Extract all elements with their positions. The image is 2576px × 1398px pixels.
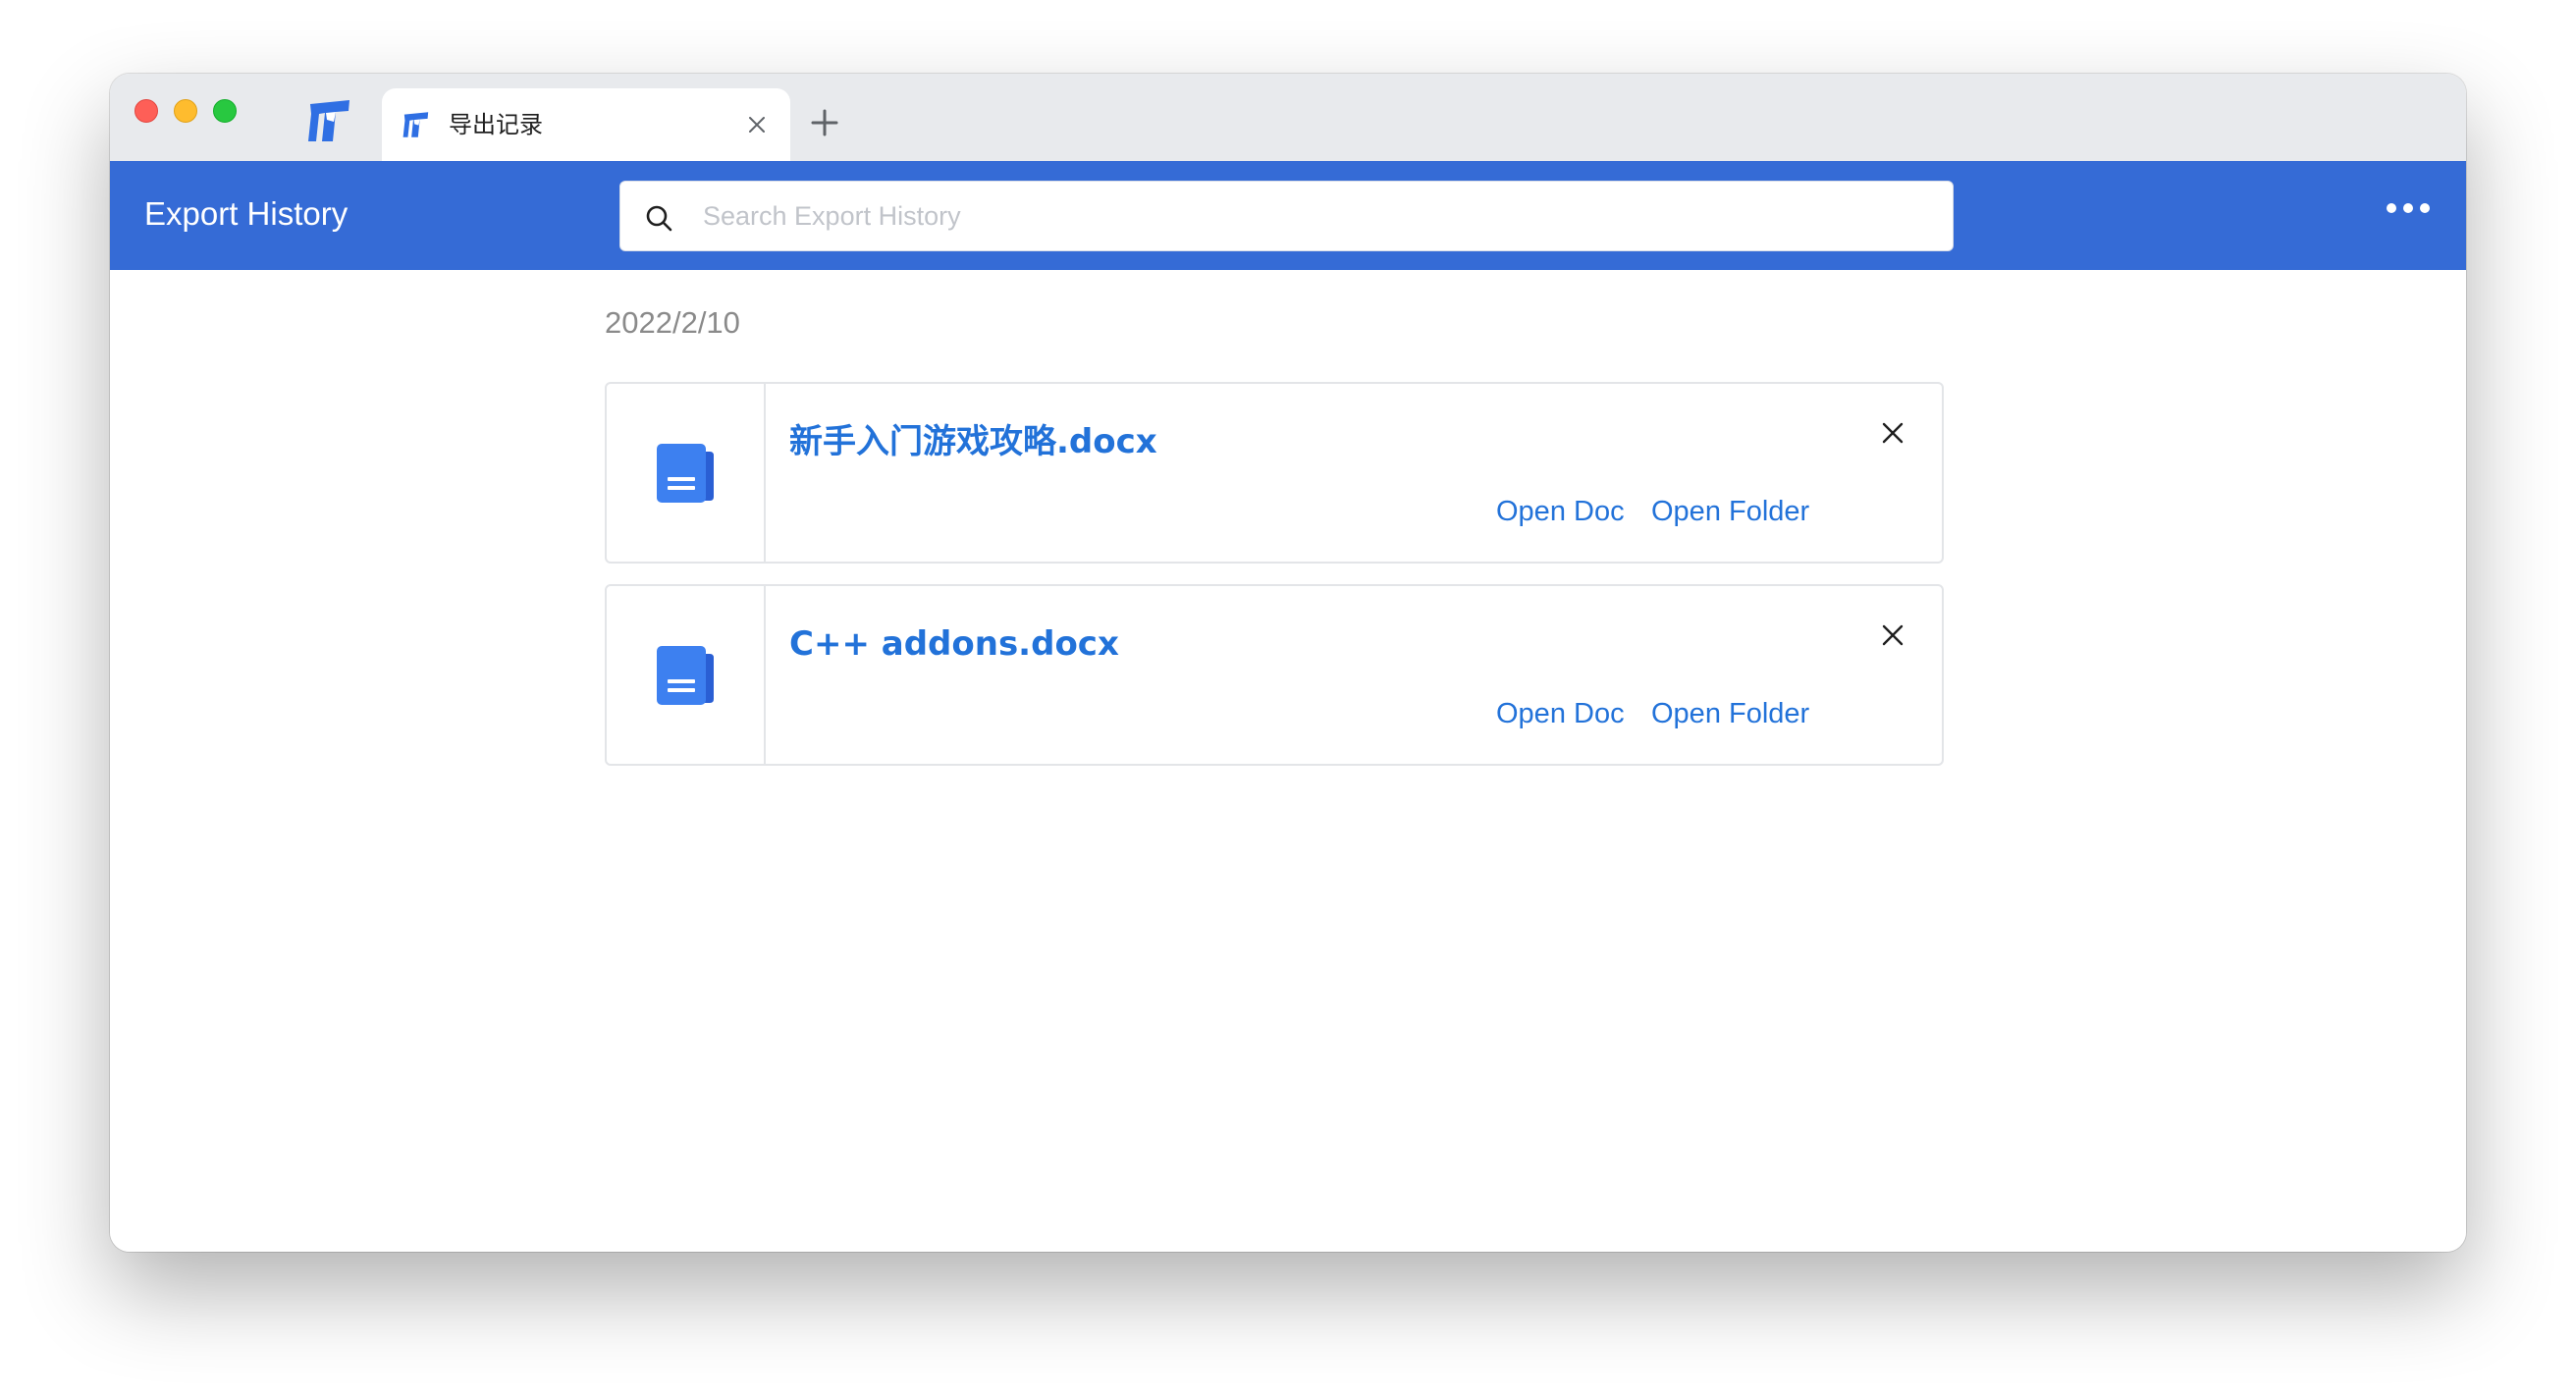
app-window: 导出记录 Export History 2022/2/10 (110, 74, 2466, 1252)
date-group-label: 2022/2/10 (605, 305, 740, 340)
close-icon[interactable] (1879, 621, 1906, 649)
document-icon (657, 646, 714, 705)
search-input[interactable] (701, 193, 1918, 239)
tab-export-history[interactable]: 导出记录 (382, 88, 790, 161)
history-content: 2022/2/10 新手入门游戏攻略.docx Open Doc Open Fo… (110, 270, 2466, 1252)
file-icon-cell (607, 384, 766, 562)
page-header: Export History (110, 161, 2466, 270)
document-icon (657, 444, 714, 503)
open-doc-link[interactable]: Open Doc (1496, 696, 1625, 731)
file-icon-cell (607, 586, 766, 764)
app-logo-icon[interactable] (306, 98, 353, 143)
file-name-link[interactable]: 新手入门游戏攻略.docx (789, 421, 1157, 462)
tab-title: 导出记录 (449, 111, 543, 138)
more-horizontal-icon[interactable] (2386, 200, 2431, 216)
open-folder-link[interactable]: Open Folder (1651, 494, 1809, 529)
file-name-link[interactable]: C++ addons.docx (789, 623, 1119, 665)
window-close-button[interactable] (134, 99, 158, 123)
page-title: Export History (144, 195, 349, 232)
app-logo-icon (402, 112, 429, 137)
open-doc-link[interactable]: Open Doc (1496, 494, 1625, 529)
search-icon (646, 205, 672, 232)
close-icon[interactable] (745, 113, 769, 136)
tab-bar: 导出记录 (110, 74, 2466, 161)
window-maximize-button[interactable] (213, 99, 237, 123)
export-item: 新手入门游戏攻略.docx Open Doc Open Folder (605, 382, 1944, 564)
close-icon[interactable] (1879, 419, 1906, 447)
open-folder-link[interactable]: Open Folder (1651, 696, 1809, 731)
window-minimize-button[interactable] (174, 99, 197, 123)
export-item: C++ addons.docx Open Doc Open Folder (605, 584, 1944, 766)
search-box[interactable] (619, 181, 1954, 251)
plus-icon[interactable] (809, 107, 840, 138)
